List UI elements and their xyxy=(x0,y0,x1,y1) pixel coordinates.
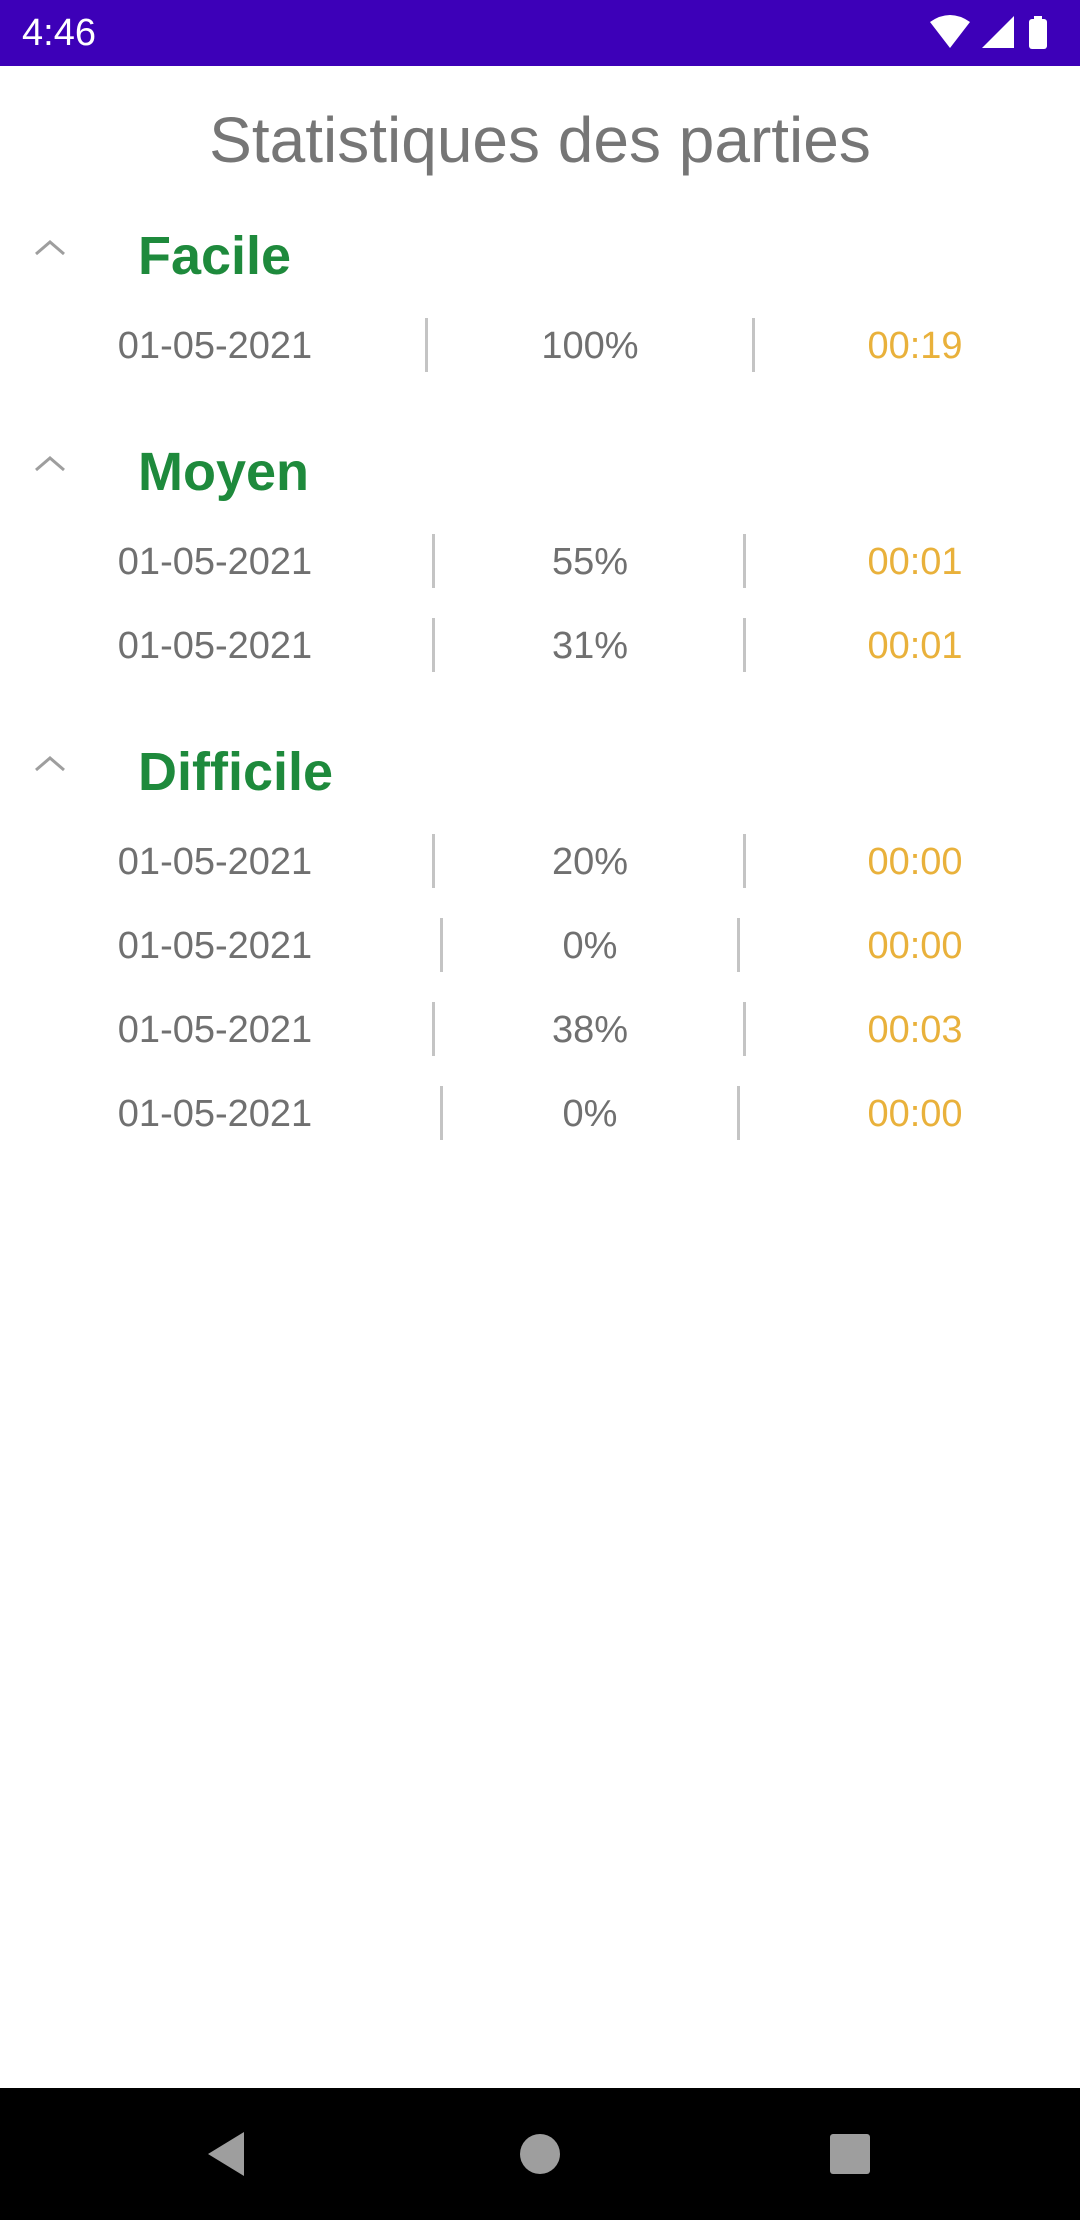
column-divider xyxy=(743,534,746,588)
status-icons xyxy=(928,14,1058,50)
column-divider xyxy=(752,318,755,372)
row-time: 00:19 xyxy=(867,325,963,367)
column-divider xyxy=(432,834,435,888)
chevron-up-icon[interactable] xyxy=(30,748,70,778)
stat-row: 01-05-2021 100% 00:19 xyxy=(0,304,1080,388)
section-header-difficile[interactable]: Difficile xyxy=(0,724,1080,820)
status-time: 4:46 xyxy=(22,12,96,54)
column-divider xyxy=(737,918,740,972)
column-divider xyxy=(743,834,746,888)
stat-row: 01-05-2021 0% 00:00 xyxy=(0,904,1080,988)
status-bar: 4:46 xyxy=(0,0,1080,66)
row-date: 01-05-2021 xyxy=(117,541,313,583)
row-date: 01-05-2021 xyxy=(117,925,313,967)
row-percent: 100% xyxy=(541,325,639,367)
column-divider xyxy=(432,1002,435,1056)
back-icon xyxy=(208,2132,244,2176)
navigation-bar xyxy=(0,2088,1080,2220)
row-percent: 0% xyxy=(562,1093,618,1135)
row-date: 01-05-2021 xyxy=(117,625,313,667)
section-header-moyen[interactable]: Moyen xyxy=(0,424,1080,520)
row-time: 00:00 xyxy=(867,925,963,967)
stat-row: 01-05-2021 38% 00:03 xyxy=(0,988,1080,1072)
row-date: 01-05-2021 xyxy=(117,325,313,367)
column-divider xyxy=(737,1086,740,1140)
stat-row: 01-05-2021 20% 00:00 xyxy=(0,820,1080,904)
row-date: 01-05-2021 xyxy=(117,1009,313,1051)
section-moyen: Moyen 01-05-2021 55% 00:01 01-05-2021 31… xyxy=(0,424,1080,688)
row-percent: 38% xyxy=(551,1009,629,1051)
section-header-facile[interactable]: Facile xyxy=(0,208,1080,304)
row-percent: 31% xyxy=(551,625,629,667)
column-divider xyxy=(432,618,435,672)
column-divider xyxy=(743,1002,746,1056)
row-percent: 0% xyxy=(562,925,618,967)
section-facile: Facile 01-05-2021 100% 00:19 xyxy=(0,208,1080,388)
stat-row: 01-05-2021 0% 00:00 xyxy=(0,1072,1080,1156)
row-time: 00:01 xyxy=(867,541,963,583)
page-title: Statistiques des parties xyxy=(209,104,871,176)
stat-row: 01-05-2021 31% 00:01 xyxy=(0,604,1080,688)
home-button[interactable] xyxy=(470,2088,610,2220)
row-time: 00:00 xyxy=(867,1093,963,1135)
column-divider xyxy=(425,318,428,372)
back-button[interactable] xyxy=(156,2088,296,2220)
section-difficile: Difficile 01-05-2021 20% 00:00 01-05-202… xyxy=(0,724,1080,1156)
recents-button[interactable] xyxy=(780,2088,920,2220)
stat-row: 01-05-2021 55% 00:01 xyxy=(0,520,1080,604)
row-time: 00:00 xyxy=(867,841,963,883)
row-date: 01-05-2021 xyxy=(117,841,313,883)
column-divider xyxy=(432,534,435,588)
section-label: Moyen xyxy=(138,442,310,502)
wifi-icon xyxy=(930,15,970,48)
battery-icon xyxy=(1029,16,1047,49)
row-date: 01-05-2021 xyxy=(117,1093,313,1135)
row-time: 00:03 xyxy=(867,1009,963,1051)
row-percent: 20% xyxy=(551,841,629,883)
section-label: Difficile xyxy=(138,742,334,802)
section-label: Facile xyxy=(138,226,292,286)
chevron-up-icon[interactable] xyxy=(30,448,70,478)
home-icon xyxy=(520,2134,560,2174)
row-time: 00:01 xyxy=(867,625,963,667)
column-divider xyxy=(743,618,746,672)
recents-icon xyxy=(830,2134,870,2174)
row-percent: 55% xyxy=(551,541,629,583)
signal-icon xyxy=(982,16,1014,48)
chevron-up-icon[interactable] xyxy=(30,232,70,262)
